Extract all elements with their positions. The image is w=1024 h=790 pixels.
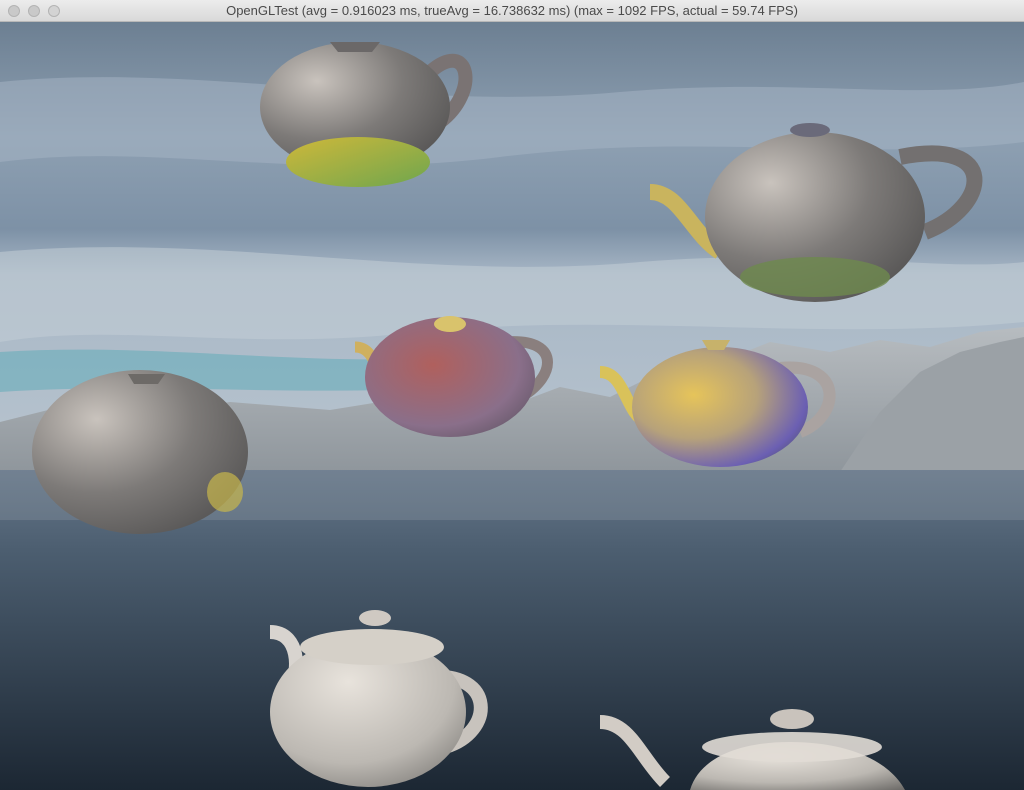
- scene-canvas[interactable]: [0, 22, 1024, 790]
- app-window: OpenGLTest (avg = 0.916023 ms, trueAvg =…: [0, 0, 1024, 790]
- window-title: OpenGLTest (avg = 0.916023 ms, trueAvg =…: [226, 3, 798, 18]
- title-bar[interactable]: OpenGLTest (avg = 0.916023 ms, trueAvg =…: [0, 0, 1024, 22]
- teapot[interactable]: [32, 370, 248, 534]
- opengl-viewport[interactable]: [0, 22, 1024, 790]
